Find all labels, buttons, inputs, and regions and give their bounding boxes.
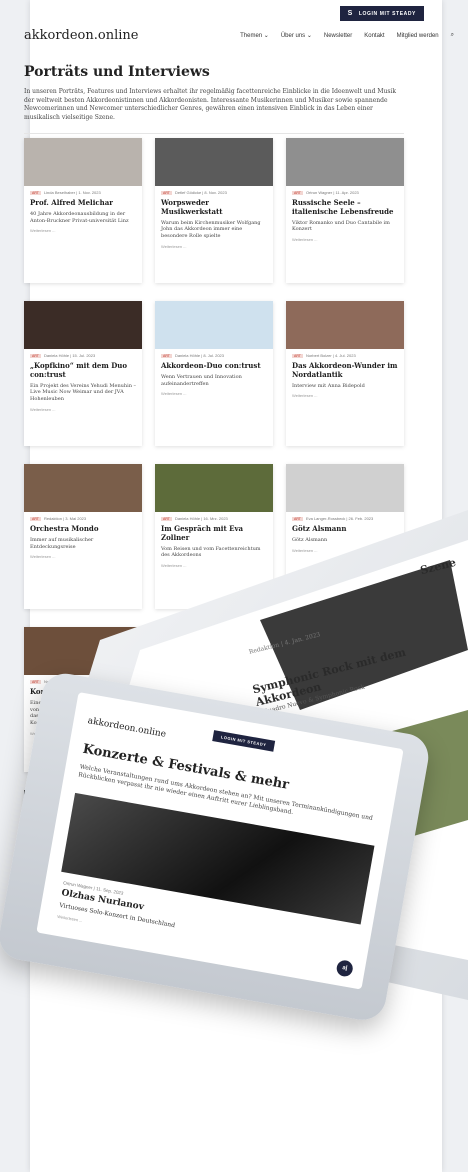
category-tag-icon: ART	[161, 190, 172, 195]
main-nav: Themen ⌄ Über uns ⌄ Newsletter Kontakt M…	[240, 32, 454, 39]
article-card[interactable]: ART Norbert Bolzer | 4. Jul. 2023 Das Akko…	[286, 301, 404, 446]
article-thumbnail[interactable]	[286, 301, 404, 349]
article-card[interactable]: ART Redaktion | 3. Mai 2023 Orchestra Mond…	[24, 464, 142, 609]
article-thumbnail[interactable]	[155, 464, 273, 512]
divider	[24, 132, 404, 134]
read-more-link[interactable]: Weiterlesen ...	[286, 544, 404, 553]
article-thumbnail[interactable]	[155, 301, 273, 349]
steady-icon: S	[347, 10, 353, 17]
phone-screen: akkordeon.online LOGIN MIT STEADY Konzer…	[36, 692, 404, 990]
read-more-link[interactable]: Weiterlesen ...	[24, 550, 142, 559]
category-tag-icon: ART	[292, 516, 303, 521]
article-card[interactable]: ART Eva Langer-Rossbeck | 26. Feb. 2023 Gö…	[286, 464, 404, 609]
article-meta-text: Niko de Mineville | 15. Dez. 2022	[174, 679, 234, 684]
article-meta-text: Daniela Höhle | 8. Jul. 2023	[174, 353, 225, 358]
article-meta: ART Detlef Gödicke | 8. Nov. 2023	[155, 186, 273, 195]
article-title[interactable]: Akkordeon-Duo con:trust	[155, 358, 273, 371]
article-card[interactable]: ART Ortrun Wagner | 11. Apr. 2023 Russisch…	[286, 138, 404, 283]
category-tag-icon: ART	[161, 516, 172, 521]
article-meta-text: Daniela Höhle | 15. Jul. 2023	[43, 353, 96, 358]
article-meta-text: Daniela Höhle | 16. Mrz. 2023	[174, 516, 228, 521]
article-title[interactable]: Das Akkordeon-Wunder im Nordatlantik	[286, 358, 404, 380]
article-title[interactable]: Götz Alsmann	[286, 521, 404, 534]
article-meta-text: Norbert Bolzer | 4. Jul. 2023	[305, 353, 356, 358]
category-tag-icon: ART	[30, 679, 41, 684]
steady-login-button[interactable]: S LOGIN MIT STEADY	[339, 6, 424, 21]
read-more-link[interactable]: Weiterlesen ...	[286, 233, 404, 242]
read-more-link[interactable]: Weiterlesen ...	[24, 224, 142, 233]
accessibility-fab-button[interactable]: a|	[335, 959, 354, 978]
read-more-link[interactable]: Weiterlesen ...	[155, 559, 273, 568]
article-thumbnail[interactable]	[24, 627, 142, 675]
article-subtitle: Götz Alsmann	[292, 536, 328, 543]
site-logo[interactable]: akkordeon.online	[24, 28, 138, 43]
search-icon[interactable]: ⌕	[451, 32, 454, 39]
article-meta: ART Norbert Bolzer | 4. Jul. 2023	[286, 349, 404, 358]
page-title: Porträts und Interviews	[24, 64, 210, 80]
article-meta: ART Redaktion | 3. Mai 2023	[24, 512, 142, 521]
article-subtitle: 40 Jahre Akkordeonausbildung in der Anto…	[30, 210, 129, 224]
article-title[interactable]: „Kopfkino“ mit dem Duo con:trust	[24, 358, 142, 380]
article-meta-text: Linda Beselhaber | 1. Nov. 2023	[43, 190, 101, 195]
nav-item-themen[interactable]: Themen ⌄	[240, 32, 269, 39]
article-title[interactable]: Worpsweder Musikwerkstatt	[155, 195, 273, 217]
article-card[interactable]: ART Daniela Höhle | 15. Jul. 2023 „Kopfkin…	[24, 301, 142, 446]
article-meta-text: Eva Langer-Rossbeck | 26. Feb. 2023	[305, 516, 374, 521]
nav-item-newsletter[interactable]: Newsletter	[324, 33, 352, 39]
category-tag-icon: ART	[30, 190, 41, 195]
phone-login-button[interactable]: LOGIN MIT STEADY	[212, 730, 276, 752]
article-thumbnail[interactable]	[286, 138, 404, 186]
phone-site-logo[interactable]: akkordeon.online	[87, 716, 167, 740]
nav-item-mitglied[interactable]: Mitglied werden	[397, 33, 439, 39]
category-tag-icon: ART	[161, 679, 172, 684]
article-meta: ART Eva Langer-Rossbeck | 26. Feb. 2023	[286, 512, 404, 521]
article-title[interactable]: Orchestra Mondo	[24, 521, 142, 534]
article-thumbnail[interactable]	[286, 464, 404, 512]
article-card[interactable]: ART Daniela Höhle | 8. Jul. 2023 Akkordeon…	[155, 301, 273, 446]
phone-read-more-link[interactable]: Weiterlesen ...	[57, 914, 83, 923]
article-thumbnail[interactable]	[24, 138, 142, 186]
article-meta: ART Daniela Höhle | 16. Mrz. 2023	[155, 512, 273, 521]
article-meta: ART Ortrun Wagner | 11. Apr. 2023	[286, 186, 404, 195]
read-more-link[interactable]: Weiterlesen ...	[155, 240, 273, 249]
article-subtitle: Warum beim Kirchenmusiker Wolfgang John …	[161, 219, 261, 240]
page-header: Porträts und Interviews In unseren Portr…	[24, 64, 404, 134]
article-subtitle: Ein Projekt des Vereins Yehudi Menuhin –…	[30, 382, 137, 403]
category-tag-icon: ART	[30, 516, 41, 521]
article-subtitle: Vom Reisen und vom Facettenreichtum des …	[161, 545, 261, 559]
article-thumbnail[interactable]	[24, 464, 142, 512]
article-meta: ART Daniela Höhle | 15. Jul. 2023	[24, 349, 142, 358]
read-more-link[interactable]: Weiterlesen ...	[24, 403, 142, 412]
article-title[interactable]: Russische Seele – italienische Lebensfre…	[286, 195, 404, 217]
category-tag-icon: ART	[292, 353, 303, 358]
article-card[interactable]: ART Detlef Gödicke | 8. Nov. 2023 Worpswed…	[155, 138, 273, 283]
read-more-link[interactable]: Weiterlesen ...	[155, 387, 273, 396]
article-meta-text: Redaktion | 3. Mai 2023	[43, 516, 87, 521]
chevron-down-icon: ⌄	[306, 33, 312, 39]
chevron-down-icon: ⌄	[263, 33, 269, 39]
steady-login-label: LOGIN MIT STEADY	[358, 10, 416, 17]
nav-item-ueber-uns[interactable]: Über uns ⌄	[281, 32, 312, 39]
article-title[interactable]: Im Gespräch mit Eva Zollner	[155, 521, 273, 543]
article-title[interactable]: Prof. Alfred Melichar	[24, 195, 142, 208]
article-thumbnail[interactable]	[155, 138, 273, 186]
article-subtitle: Wenn Vertrauen und Innovation aufeinande…	[161, 373, 242, 387]
article-card[interactable]: ART Linda Beselhaber | 1. Nov. 2023 Prof. …	[24, 138, 142, 283]
article-subtitle: Immer auf musikalischer Entdeckungsreise	[30, 536, 94, 550]
page-intro: In unseren Porträts, Features und Interv…	[24, 88, 396, 122]
article-meta: ART Daniela Höhle | 8. Jul. 2023	[155, 349, 273, 358]
site-header: akkordeon.online Themen ⌄ Über uns ⌄ New…	[24, 28, 454, 43]
article-subtitle: Viktor Romanko und Duo Cantabile im Konz…	[292, 219, 390, 233]
category-tag-icon: ART	[30, 353, 41, 358]
article-subtitle: Interview mit Anna Bidepold	[292, 382, 365, 389]
category-tag-icon: ART	[292, 190, 303, 195]
article-meta: ART Linda Beselhaber | 1. Nov. 2023	[24, 186, 142, 195]
article-card[interactable]: ART Daniela Höhle | 16. Mrz. 2023 Im Gespr…	[155, 464, 273, 609]
article-meta-text: Ortrun Wagner | 11. Apr. 2023	[305, 190, 359, 195]
category-tag-icon: ART	[161, 353, 172, 358]
read-more-link[interactable]: Weiterlesen ...	[286, 389, 404, 398]
article-thumbnail[interactable]	[24, 301, 142, 349]
article-meta-text: Detlef Gödicke | 8. Nov. 2023	[174, 190, 227, 195]
nav-item-kontakt[interactable]: Kontakt	[364, 33, 384, 39]
